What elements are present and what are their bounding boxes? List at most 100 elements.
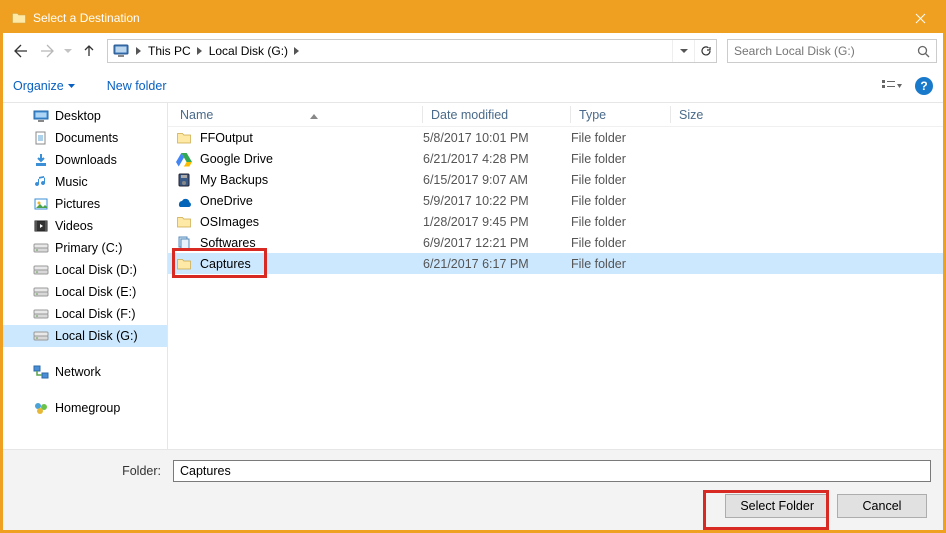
tree-music[interactable]: Music	[3, 171, 167, 193]
list-rows[interactable]: FFOutput5/8/2017 10:01 PMFile folderGoog…	[168, 127, 943, 449]
documents-icon	[33, 130, 49, 146]
tree-label: Pictures	[55, 197, 100, 211]
address-bar[interactable]: This PC Local Disk (G:)	[107, 39, 717, 63]
cancel-button[interactable]: Cancel	[837, 494, 927, 518]
file-date: 5/9/2017 10:22 PM	[423, 194, 571, 208]
tree-label: Primary (C:)	[55, 241, 122, 255]
chevron-right-icon[interactable]	[134, 47, 144, 55]
file-name: Google Drive	[200, 152, 423, 166]
file-name: OSImages	[200, 215, 423, 229]
search-input[interactable]	[728, 44, 910, 58]
list-header: Name Date modified Type Size	[168, 103, 943, 127]
forward-button[interactable]	[35, 39, 59, 63]
tree-label: Videos	[55, 219, 93, 233]
downloads-icon	[33, 152, 49, 168]
disk-f-icon	[33, 306, 49, 322]
file-type: File folder	[571, 257, 691, 271]
file-row[interactable]: FFOutput5/8/2017 10:01 PMFile folder	[168, 127, 943, 148]
tree-label: Music	[55, 175, 88, 189]
folder-name-input[interactable]	[173, 460, 931, 482]
file-row[interactable]: OneDrive5/9/2017 10:22 PMFile folder	[168, 190, 943, 211]
disk-c-icon	[33, 240, 49, 256]
tree-disk-f[interactable]: Local Disk (F:)	[3, 303, 167, 325]
new-folder-button[interactable]: New folder	[107, 79, 167, 93]
file-name: My Backups	[200, 173, 423, 187]
network-icon	[33, 364, 49, 380]
tree-pictures[interactable]: Pictures	[3, 193, 167, 215]
dialog-body: Desktop Documents Downloads Music Pictures Vi…	[3, 103, 943, 449]
file-list: Name Date modified Type Size FFOutput5/8…	[168, 103, 943, 449]
file-date: 6/15/2017 9:07 AM	[423, 173, 571, 187]
file-date: 6/21/2017 6:17 PM	[423, 257, 571, 271]
file-type: File folder	[571, 236, 691, 250]
tree-label: Network	[55, 365, 101, 379]
folder-icon	[176, 214, 192, 230]
tree-label: Desktop	[55, 109, 101, 123]
file-name: FFOutput	[200, 131, 423, 145]
disk-e-icon	[33, 284, 49, 300]
chevron-right-icon[interactable]	[292, 47, 302, 55]
file-date: 6/9/2017 12:21 PM	[423, 236, 571, 250]
title-bar: Select a Destination	[3, 3, 943, 33]
file-date: 5/8/2017 10:01 PM	[423, 131, 571, 145]
file-row[interactable]: OSImages1/28/2017 9:45 PMFile folder	[168, 211, 943, 232]
folder-icon	[176, 130, 192, 146]
column-type[interactable]: Type	[571, 103, 671, 126]
disk-d-icon	[33, 262, 49, 278]
folder-icon	[176, 256, 192, 272]
desktop-icon	[33, 108, 49, 124]
sort-indicator-icon	[310, 108, 318, 122]
file-type: File folder	[571, 131, 691, 145]
tree-desktop[interactable]: Desktop	[3, 105, 167, 127]
backup-icon	[176, 172, 192, 188]
dialog-footer: Folder: Select Folder Cancel	[3, 449, 943, 530]
column-size[interactable]: Size	[671, 103, 751, 126]
breadcrumb-drive[interactable]: Local Disk (G:)	[205, 40, 292, 62]
select-folder-button[interactable]: Select Folder	[725, 494, 829, 518]
search-icon[interactable]	[910, 45, 936, 58]
disk-g-icon	[33, 328, 49, 344]
file-type: File folder	[571, 152, 691, 166]
file-row[interactable]: Captures6/21/2017 6:17 PMFile folder	[168, 253, 943, 274]
search-box[interactable]	[727, 39, 937, 63]
column-date[interactable]: Date modified	[423, 103, 571, 126]
tree-network[interactable]: Network	[3, 361, 167, 383]
up-button[interactable]	[77, 39, 101, 63]
tree-homegroup[interactable]: Homegroup	[3, 397, 167, 419]
tree-label: Local Disk (D:)	[55, 263, 137, 277]
back-button[interactable]	[9, 39, 33, 63]
refresh-button[interactable]	[694, 40, 716, 62]
file-row[interactable]: Google Drive6/21/2017 4:28 PMFile folder	[168, 148, 943, 169]
tree-videos[interactable]: Videos	[3, 215, 167, 237]
help-button[interactable]: ?	[915, 77, 933, 95]
tree-label: Downloads	[55, 153, 117, 167]
tree-documents[interactable]: Documents	[3, 127, 167, 149]
file-row[interactable]: Softwares6/9/2017 12:21 PMFile folder	[168, 232, 943, 253]
tree-downloads[interactable]: Downloads	[3, 149, 167, 171]
file-row[interactable]: My Backups6/15/2017 9:07 AMFile folder	[168, 169, 943, 190]
tree-disk-e[interactable]: Local Disk (E:)	[3, 281, 167, 303]
nav-row: This PC Local Disk (G:)	[3, 33, 943, 69]
close-button[interactable]	[897, 3, 943, 33]
chevron-right-icon[interactable]	[195, 47, 205, 55]
address-history-dropdown[interactable]	[672, 40, 694, 62]
folder-label: Folder:	[15, 464, 165, 478]
tree-label: Documents	[55, 131, 118, 145]
file-name: Softwares	[200, 236, 423, 250]
tree-disk-c[interactable]: Primary (C:)	[3, 237, 167, 259]
tree-disk-g[interactable]: Local Disk (G:)	[3, 325, 167, 347]
dialog-window: Select a Destination This PC Local Disk …	[0, 0, 946, 533]
recent-dropdown[interactable]	[61, 39, 75, 63]
file-type: File folder	[571, 173, 691, 187]
column-name[interactable]: Name	[168, 103, 423, 126]
gdrive-icon	[176, 151, 192, 167]
breadcrumb-this-pc[interactable]: This PC	[144, 40, 195, 62]
tree-label: Local Disk (G:)	[55, 329, 138, 343]
chevron-down-icon	[68, 84, 75, 88]
file-date: 1/28/2017 9:45 PM	[423, 215, 571, 229]
organize-menu[interactable]: Organize	[13, 79, 75, 93]
organize-label: Organize	[13, 79, 64, 93]
nav-tree[interactable]: Desktop Documents Downloads Music Pictures Vi…	[3, 103, 168, 449]
view-options-button[interactable]	[879, 75, 905, 97]
tree-disk-d[interactable]: Local Disk (D:)	[3, 259, 167, 281]
